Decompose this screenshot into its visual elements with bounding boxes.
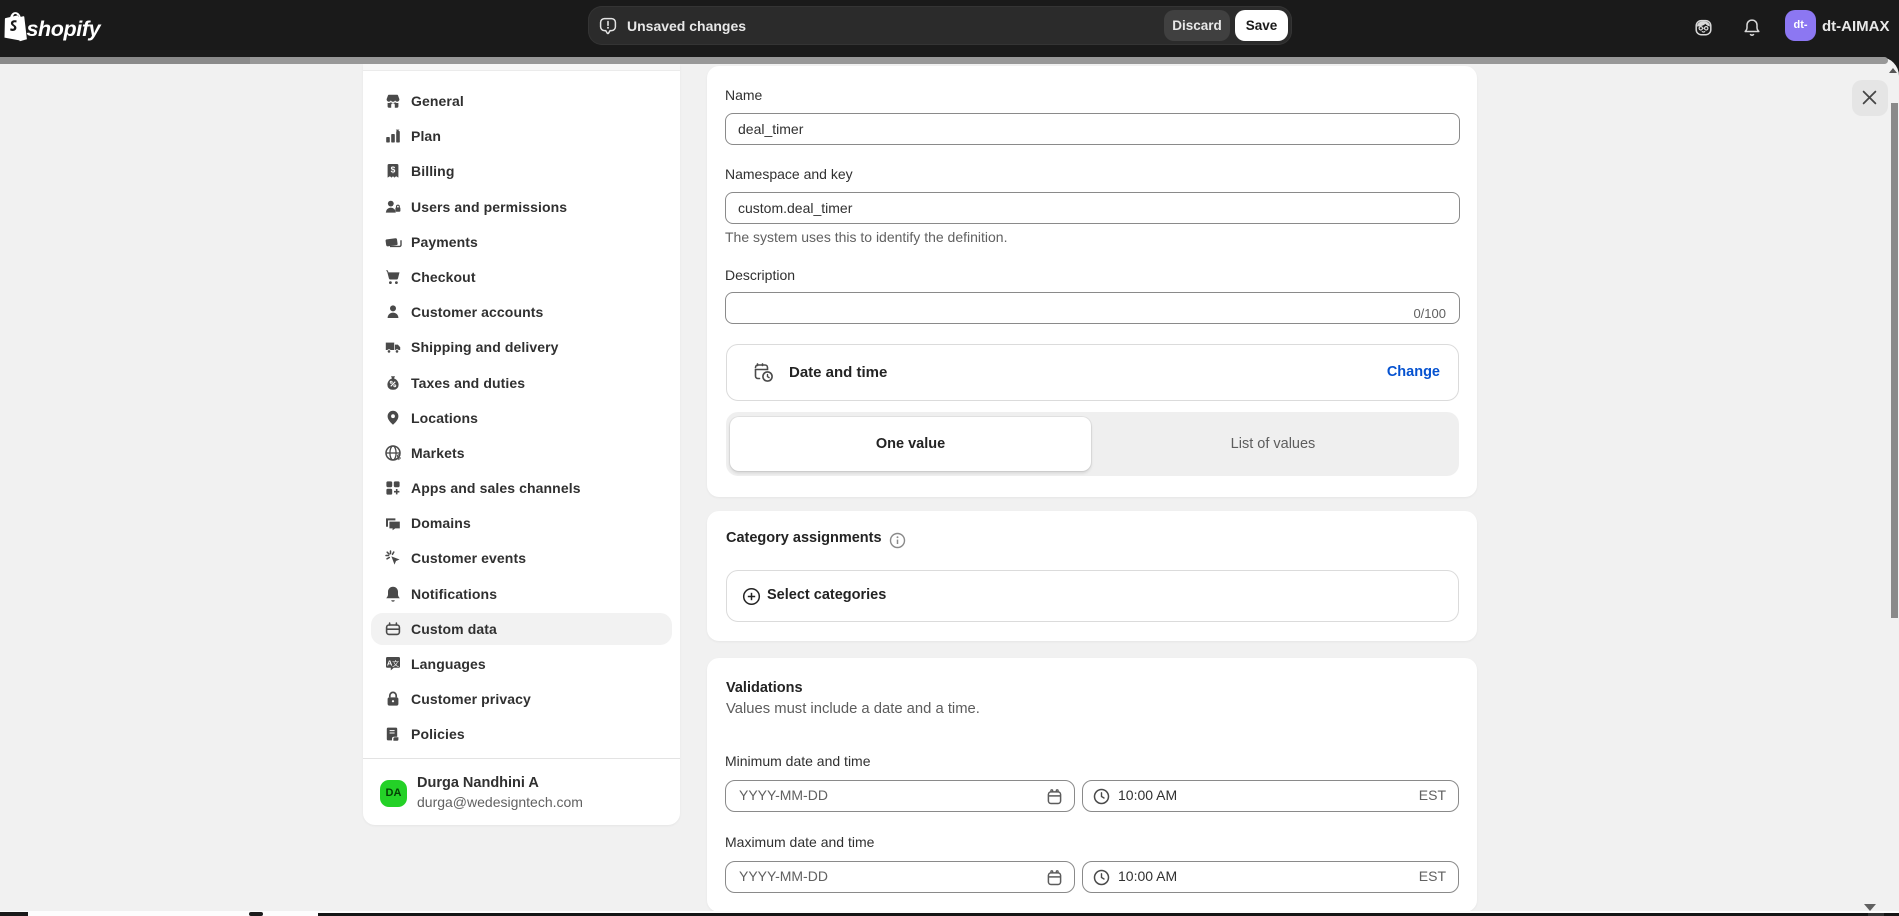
svg-text:$: $ [397, 452, 401, 461]
svg-text:文: 文 [392, 659, 399, 668]
svg-text:$: $ [391, 165, 396, 175]
svg-text:shopify: shopify [27, 17, 102, 41]
